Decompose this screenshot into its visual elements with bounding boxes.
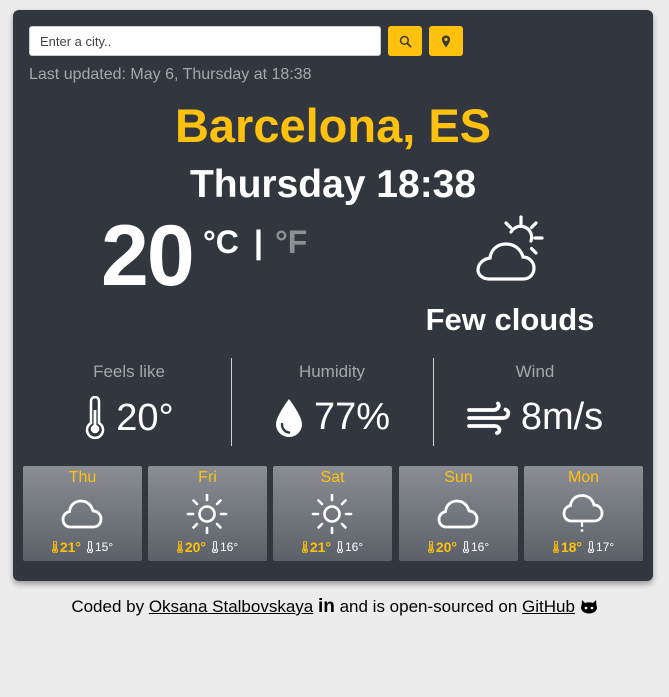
cloud-icon xyxy=(61,499,103,529)
feels-like-stat: Feels like 20° xyxy=(29,358,229,440)
forecast-high-value: 18° xyxy=(560,539,582,555)
forecast-high: 18° xyxy=(552,539,582,555)
celsius-unit-link[interactable]: °C xyxy=(203,224,239,261)
cloud-sun-icon xyxy=(476,215,544,281)
humidity-label: Humidity xyxy=(298,362,366,381)
wind-stat: Wind 8m/s xyxy=(435,358,635,438)
forecast-low-value: 16° xyxy=(471,540,490,554)
forecast-temps: 21° 15° xyxy=(23,539,142,555)
cloud-drizzle-icon xyxy=(562,494,604,532)
current-temperature: 20 xyxy=(101,208,195,304)
thermometer-icon xyxy=(301,541,308,553)
thermometer-icon xyxy=(463,541,469,553)
forecast-day-card: Thu 21° 15° xyxy=(23,466,142,561)
thermometer-icon xyxy=(427,541,434,553)
forecast-low: 17° xyxy=(588,540,614,554)
humidity-stat: Humidity 77% xyxy=(232,358,432,438)
wind-value: 8m/s xyxy=(520,396,604,438)
forecast-day-card: Sat 21° 16° xyxy=(273,466,392,561)
forecast-high-value: 21° xyxy=(59,539,81,555)
forecast-high: 21° xyxy=(301,539,331,555)
forecast-day-card: Fri 20° 16° xyxy=(148,466,267,561)
droplet-icon xyxy=(275,398,302,437)
footer-prefix: Coded by xyxy=(71,597,149,616)
fahrenheit-unit-link[interactable]: °F xyxy=(275,224,307,261)
github-icon[interactable] xyxy=(580,598,598,614)
footer: Coded by Oksana Stalbovskaya in and is o… xyxy=(0,596,669,618)
search-icon xyxy=(399,35,412,48)
feels-like-value: 20° xyxy=(116,396,174,439)
search-button[interactable] xyxy=(388,26,422,56)
forecast-temps: 20° 16° xyxy=(399,539,518,555)
thermometer-icon xyxy=(86,396,105,440)
unit-separator: | xyxy=(254,224,263,260)
sun-icon xyxy=(311,494,353,534)
thermometer-icon xyxy=(176,541,183,553)
stat-divider xyxy=(433,358,434,446)
forecast-high-value: 20° xyxy=(435,539,457,555)
wind-icon xyxy=(466,401,510,435)
search-bar xyxy=(29,26,463,56)
last-updated-text: Last updated: May 6, Thursday at 18:38 xyxy=(29,66,312,83)
city-search-input[interactable] xyxy=(29,26,381,56)
forecast-low: 16° xyxy=(212,540,238,554)
forecast-low-value: 16° xyxy=(345,540,364,554)
forecast-day-label: Sat xyxy=(320,469,345,486)
feels-like-row: 20° xyxy=(29,396,229,440)
forecast-temps: 18° 17° xyxy=(524,539,643,555)
forecast-temps: 20° 16° xyxy=(148,539,267,555)
author-link[interactable]: Oksana Stalbovskaya xyxy=(149,597,313,616)
thermometer-icon xyxy=(552,541,559,553)
city-name: Barcelona, ES xyxy=(174,99,492,152)
weather-condition: Few clouds xyxy=(425,302,595,337)
forecast-low-value: 17° xyxy=(596,540,615,554)
wind-row: 8m/s xyxy=(435,396,635,439)
forecast-low: 16° xyxy=(337,540,363,554)
wind-label: Wind xyxy=(515,362,555,381)
humidity-value: 77% xyxy=(313,396,391,438)
thermometer-icon xyxy=(212,541,218,553)
humidity-row: 77% xyxy=(232,396,432,439)
footer-middle: and is open-sourced on xyxy=(334,597,522,616)
forecast-low: 16° xyxy=(463,540,489,554)
current-location-button[interactable] xyxy=(429,26,463,56)
forecast-low-value: 15° xyxy=(95,540,114,554)
cloud-icon xyxy=(437,499,479,529)
forecast-day-label: Mon xyxy=(567,469,600,486)
forecast-high: 20° xyxy=(176,539,206,555)
thermometer-icon xyxy=(588,541,594,553)
forecast-day-label: Fri xyxy=(198,469,217,486)
forecast-temps: 21° 16° xyxy=(273,539,392,555)
forecast-high-value: 20° xyxy=(184,539,206,555)
forecast-low-value: 16° xyxy=(220,540,239,554)
thermometer-icon xyxy=(337,541,343,553)
forecast-day-label: Sun xyxy=(444,469,473,486)
sun-icon xyxy=(186,494,228,534)
forecast-day-label: Thu xyxy=(68,469,97,486)
feels-like-label: Feels like xyxy=(93,362,165,381)
thermometer-icon xyxy=(51,541,58,553)
forecast-high-value: 21° xyxy=(309,539,331,555)
forecast-day-card: Mon 18° 17° xyxy=(524,466,643,561)
location-pin-icon xyxy=(441,34,451,47)
thermometer-icon xyxy=(87,541,93,553)
forecast-day-card: Sun 20° 16° xyxy=(399,466,518,561)
current-datetime: Thursday 18:38 xyxy=(189,163,477,206)
forecast-high: 21° xyxy=(51,539,81,555)
github-link[interactable]: GitHub xyxy=(522,597,575,616)
forecast-low: 15° xyxy=(87,540,113,554)
forecast-high: 20° xyxy=(427,539,457,555)
linkedin-icon[interactable]: in xyxy=(318,596,335,617)
weather-card: Last updated: May 6, Thursday at 18:38 B… xyxy=(13,10,653,581)
